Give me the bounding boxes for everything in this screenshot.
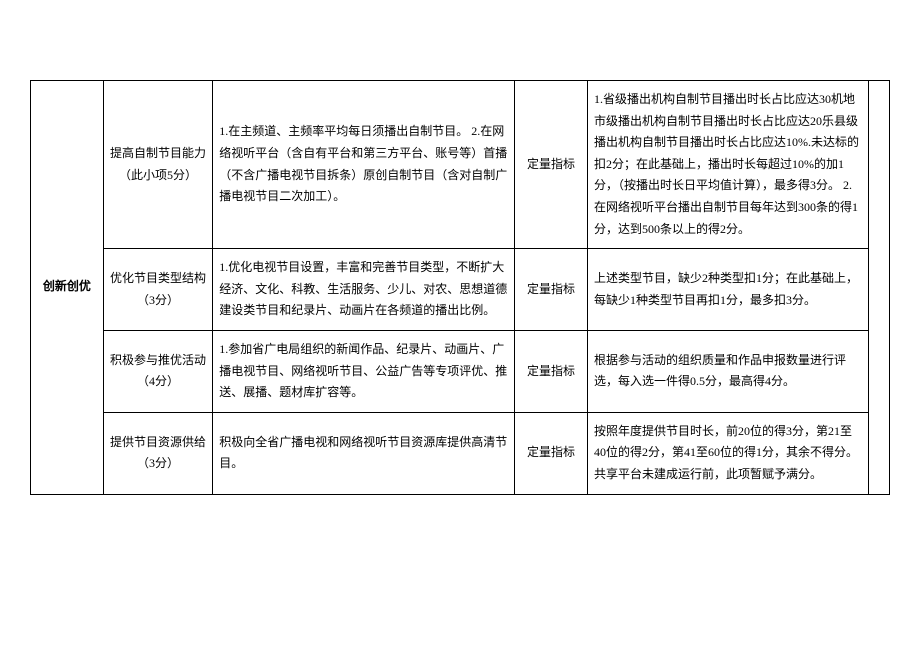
empty-cell: [869, 81, 890, 495]
table-row: 积极参与推优活动（4分） 1.参加省广电局组织的新闻作品、纪录片、动画片、广播电…: [31, 330, 890, 412]
type-cell: 定量指标: [515, 330, 588, 412]
criteria-cell: 1.省级播出机构自制节目播出时长占比应达30机地市级播出机构自制节目播出时长占比…: [588, 81, 869, 249]
criteria-cell: 根据参与活动的组织质量和作品申报数量进行评选，每入选一件得0.5分，最高得4分。: [588, 330, 869, 412]
desc-cell: 1.参加省广电局组织的新闻作品、纪录片、动画片、广播电视节目、网络视听节目、公益…: [213, 330, 515, 412]
item-cell: 提供节目资源供给（3分）: [103, 412, 212, 494]
category-cell: 创新创优: [31, 81, 104, 495]
criteria-cell: 按照年度提供节目时长，前20位的得3分，第21至40位的得2分，第41至60位的…: [588, 412, 869, 494]
criteria-cell: 上述类型节目，缺少2种类型扣1分；在此基础上，每缺少1种类型节目再扣1分，最多扣…: [588, 249, 869, 331]
item-cell: 提高自制节目能力（此小项5分）: [103, 81, 212, 249]
table-row: 创新创优 提高自制节目能力（此小项5分） 1.在主频道、主频率平均每日须播出自制…: [31, 81, 890, 249]
desc-cell: 积极向全省广播电视和网络视听节目资源库提供高清节目。: [213, 412, 515, 494]
type-cell: 定量指标: [515, 412, 588, 494]
evaluation-table: 创新创优 提高自制节目能力（此小项5分） 1.在主频道、主频率平均每日须播出自制…: [30, 80, 890, 495]
table-row: 优化节目类型结构（3分） 1.优化电视节目设置，丰富和完善节目类型，不断扩大经济…: [31, 249, 890, 331]
type-cell: 定量指标: [515, 249, 588, 331]
desc-cell: 1.在主频道、主频率平均每日须播出自制节目。 2.在网络视听平台（含自有平台和第…: [213, 81, 515, 249]
desc-cell: 1.优化电视节目设置，丰富和完善节目类型，不断扩大经济、文化、科教、生活服务、少…: [213, 249, 515, 331]
item-cell: 优化节目类型结构（3分）: [103, 249, 212, 331]
table-row: 提供节目资源供给（3分） 积极向全省广播电视和网络视听节目资源库提供高清节目。 …: [31, 412, 890, 494]
type-cell: 定量指标: [515, 81, 588, 249]
item-cell: 积极参与推优活动（4分）: [103, 330, 212, 412]
